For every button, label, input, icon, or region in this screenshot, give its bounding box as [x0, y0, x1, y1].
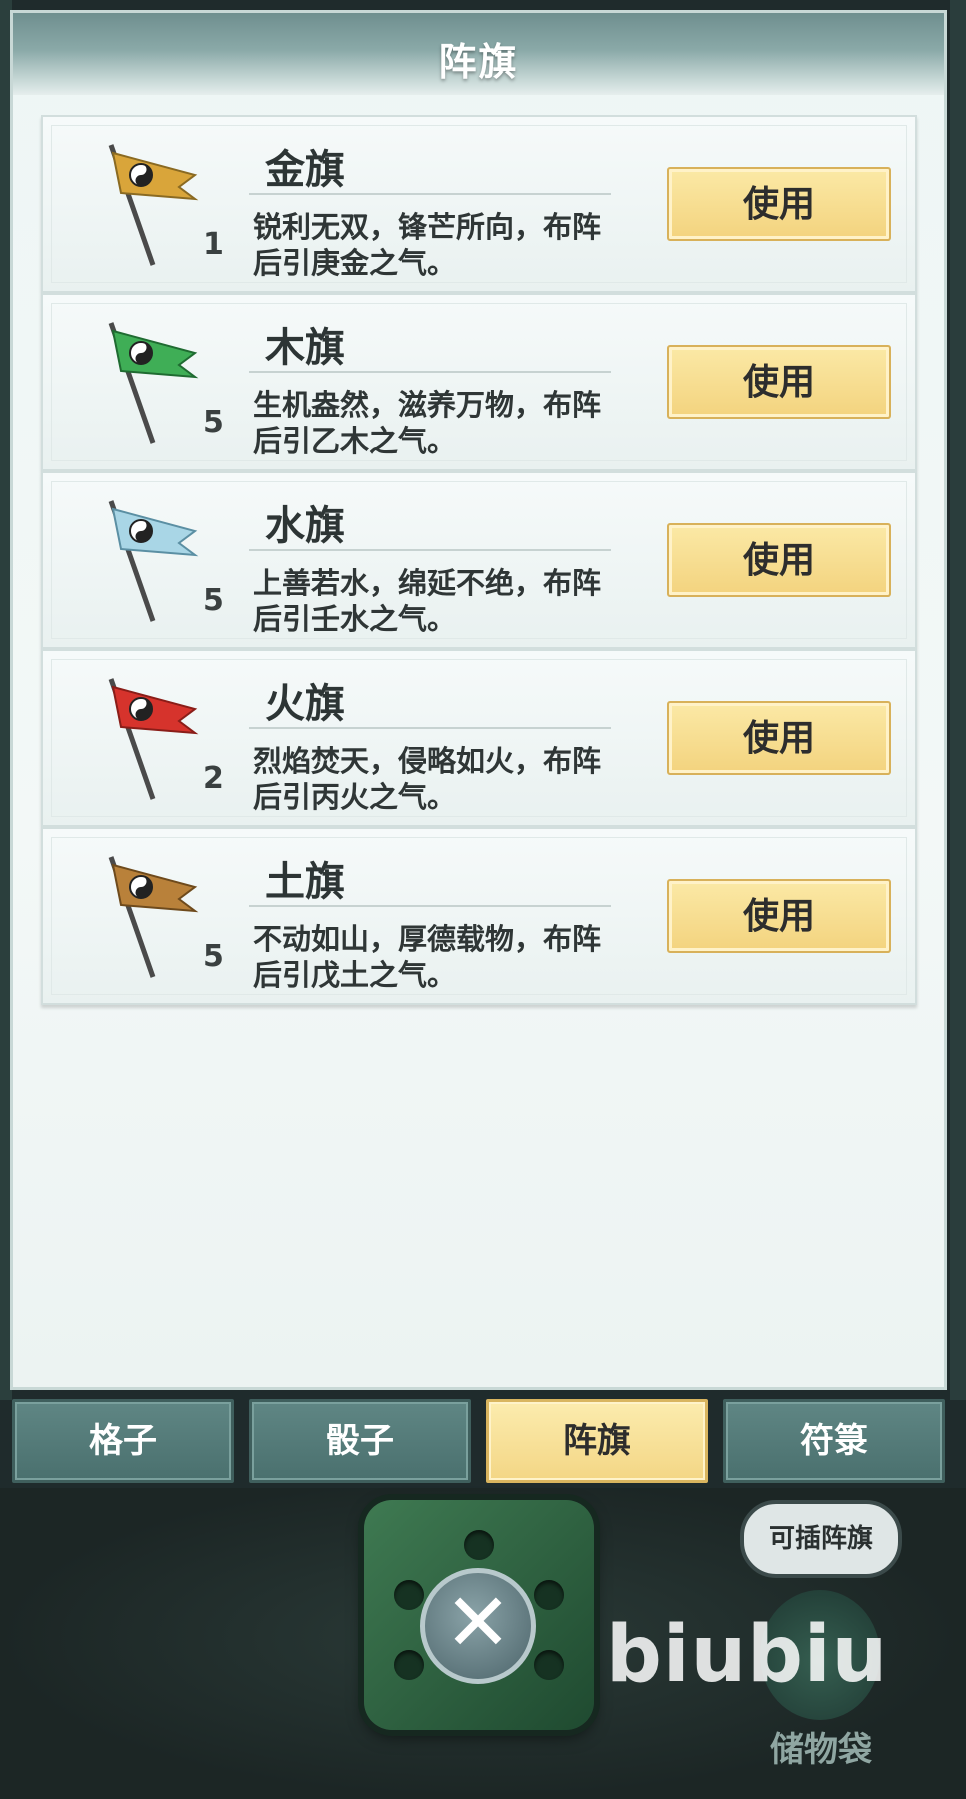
flag-description: 生机盎然，滋养万物，布阵后引乙木之气。 [253, 388, 602, 458]
water-flag-icon [108, 500, 199, 622]
divider [249, 193, 611, 195]
dice-pip [534, 1580, 564, 1610]
flag-name: 土旗 [265, 858, 345, 905]
flag-name: 木旗 [265, 324, 345, 371]
flag-name: 水旗 [265, 502, 345, 549]
tab-dice[interactable]: 骰子 [249, 1399, 471, 1483]
tab-bar: 格子 骰子 阵旗 符箓 [12, 1399, 946, 1485]
flag-description: 不动如山，厚德载物，布阵后引戊土之气。 [253, 922, 602, 992]
flag-count: 1 [203, 227, 224, 262]
flag-name: 金旗 [265, 146, 345, 193]
flag-card-gold: 1 金旗 锐利无双，锋芒所向，布阵后引庚金之气。 使用 [41, 115, 917, 293]
flag-count: 2 [203, 761, 224, 796]
fire-flag-icon [108, 678, 199, 800]
use-button-earth[interactable]: 使用 [667, 879, 891, 953]
divider [249, 371, 611, 373]
use-button-fire[interactable]: 使用 [667, 701, 891, 775]
flag-description: 上善若水，绵延不绝，布阵后引壬水之气。 [253, 566, 602, 636]
dice-pip [394, 1580, 424, 1610]
flag-count: 5 [203, 939, 224, 974]
close-button[interactable]: ✕ [420, 1568, 536, 1684]
hint-bubble: 可插阵旗 [740, 1500, 902, 1578]
flag-description: 烈焰焚天，侵略如火，布阵后引丙火之气。 [253, 744, 602, 814]
divider [249, 727, 611, 729]
dice-pip [464, 1530, 494, 1560]
divider [249, 549, 611, 551]
use-button-wood[interactable]: 使用 [667, 345, 891, 419]
panel-title: 阵旗 [438, 39, 519, 84]
flag-panel: 阵旗 1 金旗 锐利无双，锋芒所向，布阵后引庚金之气。 使用 5 木旗 生机盎然… [10, 10, 947, 1390]
earth-flag-icon [108, 856, 199, 978]
tab-grid[interactable]: 格子 [12, 1399, 234, 1483]
flag-card-fire: 2 火旗 烈焰焚天，侵略如火，布阵后引丙火之气。 使用 [41, 649, 917, 827]
flag-card-earth: 5 土旗 不动如山，厚德载物，布阵后引戊土之气。 使用 [41, 827, 917, 1005]
tab-talismans[interactable]: 符箓 [723, 1399, 945, 1483]
flag-name: 火旗 [265, 680, 345, 727]
flag-count: 5 [203, 583, 224, 618]
use-button-gold[interactable]: 使用 [667, 167, 891, 241]
flag-count: 5 [203, 405, 224, 440]
flag-description: 锐利无双，锋芒所向，布阵后引庚金之气。 [253, 210, 602, 280]
gold-flag-icon [108, 144, 199, 266]
flag-card-wood: 5 木旗 生机盎然，滋养万物，布阵后引乙木之气。 使用 [41, 293, 917, 471]
storage-bag-label[interactable]: 储物袋 [746, 1722, 896, 1771]
watermark: biubiu [606, 1610, 889, 1700]
dice-pip [534, 1650, 564, 1680]
background-right [950, 0, 966, 1400]
panel-header: 阵旗 [13, 13, 944, 95]
divider [249, 905, 611, 907]
use-button-water[interactable]: 使用 [667, 523, 891, 597]
wood-flag-icon [108, 322, 199, 444]
flag-card-water: 5 水旗 上善若水，绵延不绝，布阵后引壬水之气。 使用 [41, 471, 917, 649]
tab-flags[interactable]: 阵旗 [486, 1399, 708, 1483]
dice-pip [394, 1650, 424, 1680]
